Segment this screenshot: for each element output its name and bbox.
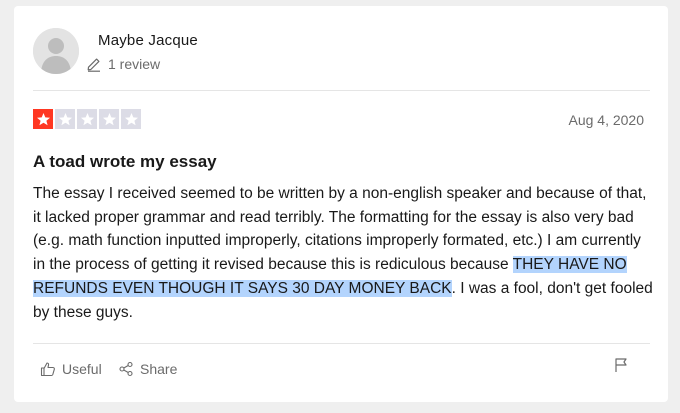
star-filled-icon: [33, 109, 53, 129]
review-body: The essay I received seemed to be writte…: [33, 182, 653, 324]
share-label: Share: [140, 361, 178, 377]
review-count: 1 review: [86, 56, 160, 72]
review-date: Aug 4, 2020: [568, 112, 644, 128]
share-button[interactable]: Share: [118, 361, 177, 377]
review-card: Maybe Jacque 1 review Aug 4, 2020 A toad…: [14, 6, 668, 402]
header-divider: [33, 90, 650, 91]
thumbs-up-icon: [40, 362, 55, 377]
review-count-label: 1 review: [108, 56, 161, 72]
avatar[interactable]: [33, 28, 79, 74]
star-empty-icon: [77, 109, 97, 129]
report-flag-button[interactable]: [614, 357, 628, 378]
footer-divider: [33, 343, 650, 344]
useful-button[interactable]: Useful: [40, 361, 102, 377]
pencil-icon: [87, 58, 100, 72]
star-empty-icon: [99, 109, 119, 129]
flag-icon: [615, 358, 627, 372]
useful-label: Useful: [62, 361, 102, 377]
share-icon: [119, 361, 133, 377]
reviewer-name[interactable]: Maybe Jacque: [98, 32, 198, 49]
star-rating: [33, 109, 141, 129]
review-title[interactable]: A toad wrote my essay: [33, 152, 217, 172]
star-empty-icon: [55, 109, 75, 129]
star-empty-icon: [121, 109, 141, 129]
person-silhouette-icon: [33, 28, 79, 74]
